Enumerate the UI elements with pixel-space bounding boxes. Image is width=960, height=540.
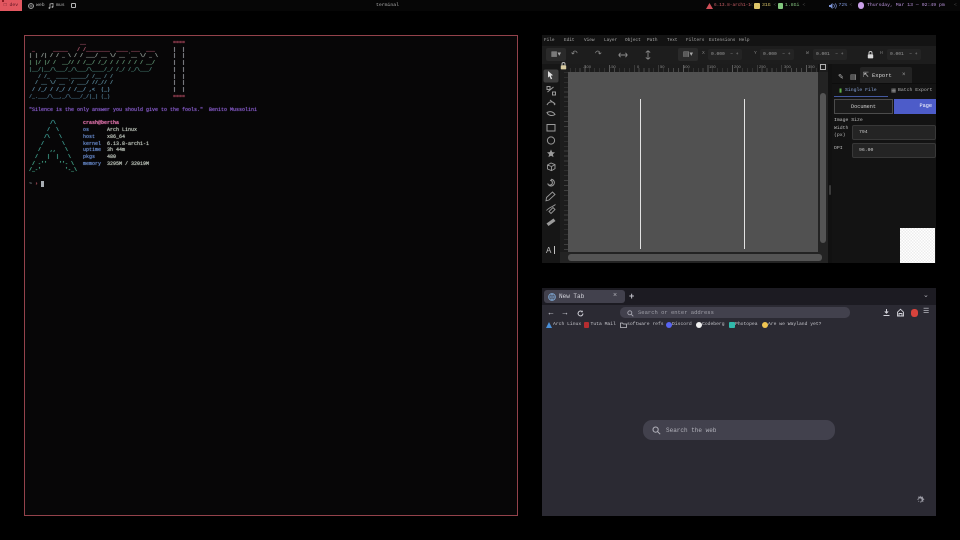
svg-text:A: A xyxy=(546,246,552,255)
